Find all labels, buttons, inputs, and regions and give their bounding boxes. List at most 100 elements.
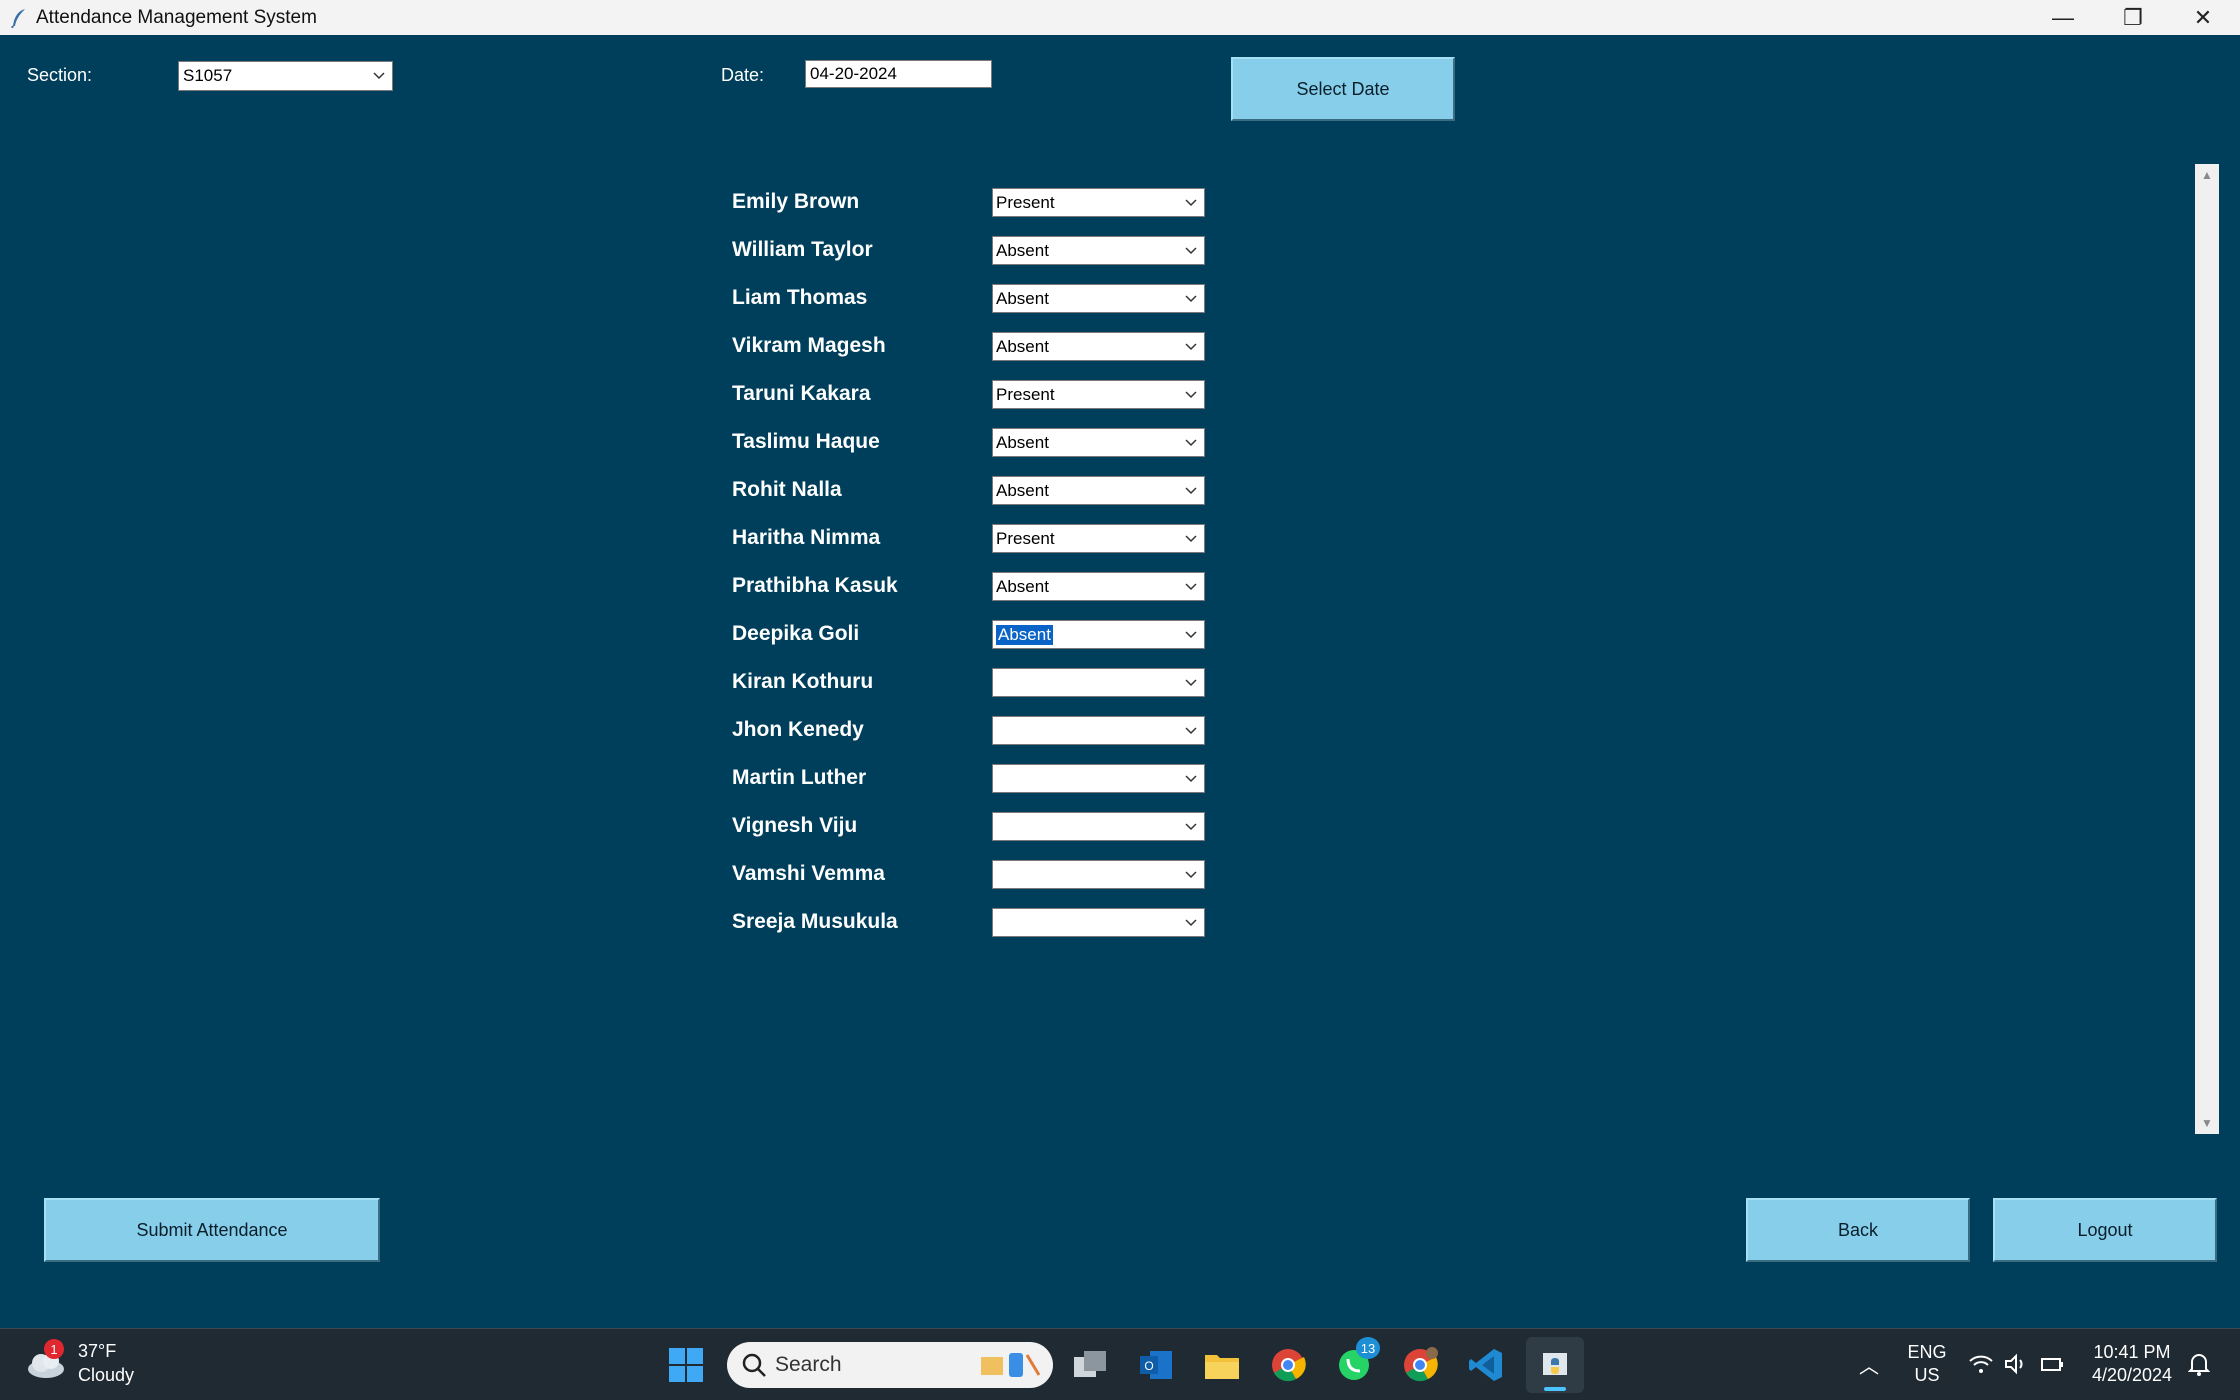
back-button[interactable]: Back	[1746, 1198, 1970, 1262]
student-name: Emily Brown	[732, 190, 860, 213]
attendance-status-combobox[interactable]: Absent	[992, 236, 1205, 265]
attendance-status-combobox[interactable]	[992, 716, 1205, 745]
attendance-status-combobox[interactable]: Present	[992, 524, 1205, 553]
windows-start-icon[interactable]	[664, 1343, 708, 1387]
attendance-status-combobox[interactable]	[992, 908, 1205, 937]
chrome-profile-icon[interactable]	[1398, 1343, 1442, 1387]
student-name: Vikram Magesh	[732, 334, 886, 357]
attendance-status-combobox[interactable]: Absent	[992, 476, 1205, 505]
date-value: 04-20-2024	[810, 64, 897, 83]
attendance-status-value: Present	[996, 384, 1055, 404]
notification-bell-icon[interactable]	[2184, 1349, 2214, 1379]
whatsapp-badge: 13	[1356, 1337, 1380, 1359]
section-combobox[interactable]: S1057	[178, 61, 393, 91]
student-name: Taruni Kakara	[732, 382, 871, 405]
active-indicator	[1544, 1387, 1566, 1391]
chevron-down-icon[interactable]	[1184, 340, 1198, 354]
attendance-status-combobox[interactable]: Absent	[992, 284, 1205, 313]
student-name: Jhon Kenedy	[732, 718, 864, 741]
student-name: Sreeja Musukula	[732, 910, 898, 933]
attendance-status-combobox[interactable]: Present	[992, 380, 1205, 409]
chevron-down-icon[interactable]	[1184, 244, 1198, 258]
attendance-status-value: Absent	[996, 240, 1049, 260]
submit-attendance-button[interactable]: Submit Attendance	[44, 1198, 380, 1262]
title-bar: Attendance Management System — ❐ ✕	[0, 0, 2240, 35]
attendance-status-combobox[interactable]	[992, 860, 1205, 889]
chevron-down-icon[interactable]	[1184, 628, 1198, 642]
search-highlight-icon	[981, 1353, 1041, 1377]
lang-line2: US	[1914, 1365, 1940, 1385]
maximize-button[interactable]: ❐	[2098, 0, 2168, 35]
chevron-down-icon[interactable]	[1184, 532, 1198, 546]
chevron-down-icon[interactable]	[1184, 292, 1198, 306]
taskbar: 1 37°F Cloudy Search O 13 ︿ ENG US 10:41…	[0, 1328, 2240, 1400]
attendance-status-combobox[interactable]: Present	[992, 188, 1205, 217]
chevron-down-icon[interactable]	[1184, 484, 1198, 498]
chevron-down-icon[interactable]	[1184, 580, 1198, 594]
attendance-status-combobox[interactable]: Absent	[992, 332, 1205, 361]
file-explorer-icon[interactable]	[1200, 1343, 1244, 1387]
chevron-up-icon[interactable]: ︿	[1854, 1349, 1884, 1379]
chrome-icon[interactable]	[1266, 1343, 1310, 1387]
chevron-down-icon[interactable]	[1184, 724, 1198, 738]
scroll-up-arrow-icon[interactable]: ▲	[2195, 164, 2219, 186]
attendance-status-combobox[interactable]	[992, 668, 1205, 697]
window-title: Attendance Management System	[36, 6, 317, 28]
minimize-button[interactable]: —	[2028, 0, 2098, 35]
attendance-status-combobox[interactable]	[992, 812, 1205, 841]
chevron-down-icon[interactable]	[1184, 196, 1198, 210]
student-name: Martin Luther	[732, 766, 867, 789]
chevron-down-icon[interactable]	[1184, 676, 1198, 690]
whatsapp-icon[interactable]: 13	[1332, 1337, 1380, 1387]
chevron-down-icon[interactable]	[1184, 868, 1198, 882]
chevron-down-icon[interactable]	[1184, 436, 1198, 450]
student-name: Haritha Nimma	[732, 526, 881, 549]
attendance-status-value: Absent	[996, 480, 1049, 500]
student-name: Kiran Kothuru	[732, 670, 874, 693]
vertical-scrollbar[interactable]: ▲ ▼	[2195, 164, 2219, 1134]
student-name: Deepika Goli	[732, 622, 860, 645]
outlook-icon[interactable]: O	[1134, 1343, 1178, 1387]
student-name: Liam Thomas	[732, 286, 868, 309]
cloud-icon: 1	[24, 1339, 68, 1383]
chevron-down-icon[interactable]	[372, 69, 386, 83]
vscode-icon[interactable]	[1464, 1343, 1508, 1387]
attendance-status-combobox[interactable]: Absent	[992, 428, 1205, 457]
clock[interactable]: 10:41 PM 4/20/2024	[2084, 1341, 2180, 1387]
attendance-status-value: Present	[996, 192, 1055, 212]
weather-desc: Cloudy	[78, 1365, 135, 1385]
python-app-icon[interactable]	[1526, 1337, 1584, 1393]
logout-button[interactable]: Logout	[1993, 1198, 2217, 1262]
svg-text:O: O	[1144, 1359, 1153, 1373]
wifi-icon[interactable]	[1966, 1349, 1996, 1379]
student-name: Prathibha Kasuk	[732, 574, 898, 597]
attendance-status-value: Absent	[996, 336, 1049, 356]
weather-widget[interactable]: 1 37°F Cloudy	[24, 1339, 134, 1387]
attendance-status-combobox[interactable]: Absent	[992, 572, 1205, 601]
lang-line1: ENG	[1907, 1342, 1947, 1362]
section-label: Section:	[27, 65, 93, 85]
close-button[interactable]: ✕	[2168, 0, 2238, 35]
language-indicator[interactable]: ENG US	[1902, 1341, 1952, 1387]
taskbar-search[interactable]: Search	[727, 1342, 1053, 1388]
chevron-down-icon[interactable]	[1184, 388, 1198, 402]
student-name: William Taylor	[732, 238, 873, 261]
task-view-icon[interactable]	[1068, 1343, 1112, 1387]
attendance-status-value: Absent	[996, 288, 1049, 308]
chevron-down-icon[interactable]	[1184, 820, 1198, 834]
chevron-down-icon[interactable]	[1184, 772, 1198, 786]
chevron-down-icon[interactable]	[1184, 916, 1198, 930]
scroll-down-arrow-icon[interactable]: ▼	[2195, 1112, 2219, 1134]
select-date-button[interactable]: Select Date	[1231, 57, 1455, 121]
clock-time: 10:41 PM	[2093, 1342, 2171, 1362]
student-name: Taslimu Haque	[732, 430, 880, 453]
volume-icon[interactable]	[2002, 1349, 2032, 1379]
attendance-status-combobox[interactable]	[992, 764, 1205, 793]
attendance-status-value: Present	[996, 528, 1055, 548]
clock-date: 4/20/2024	[2091, 1365, 2173, 1385]
date-field[interactable]: 04-20-2024	[805, 60, 992, 88]
battery-icon[interactable]	[2038, 1349, 2068, 1379]
attendance-status-combobox[interactable]: Absent	[992, 620, 1205, 649]
weather-temp: 37°F	[78, 1341, 117, 1361]
search-icon	[742, 1353, 766, 1377]
